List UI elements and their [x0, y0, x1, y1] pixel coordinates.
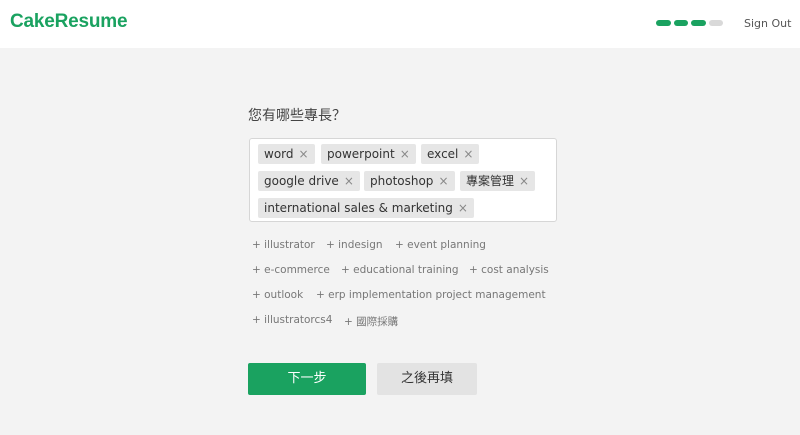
next-step-button[interactable]: 下一步: [248, 363, 366, 395]
progress-indicator: [656, 20, 723, 26]
progress-step-2: [673, 20, 688, 26]
skill-tag-international-sales: international sales & marketing ×: [258, 198, 474, 218]
skill-tag-label: google drive: [264, 174, 339, 188]
top-header: CakeResume Sign Out: [0, 0, 800, 48]
skill-tag-word: word ×: [258, 144, 315, 164]
suggestion-illustrator[interactable]: + illustrator: [252, 239, 315, 251]
skill-tag-label: photoshop: [370, 174, 434, 188]
fill-later-button[interactable]: 之後再填: [377, 363, 477, 395]
skill-tag-powerpoint: powerpoint ×: [321, 144, 416, 164]
remove-tag-icon[interactable]: ×: [463, 147, 473, 161]
skill-tag-label: international sales & marketing: [264, 201, 453, 215]
progress-step-3: [691, 20, 706, 26]
remove-tag-icon[interactable]: ×: [344, 174, 354, 188]
skill-tag-photoshop: photoshop ×: [364, 171, 455, 191]
suggestion-cost-analysis[interactable]: + cost analysis: [469, 264, 549, 276]
remove-tag-icon[interactable]: ×: [458, 201, 468, 215]
skill-tag-label: excel: [427, 147, 459, 161]
suggestion-event-planning[interactable]: + event planning: [395, 239, 486, 251]
suggestion-illustratorcs4[interactable]: + illustratorcs4: [252, 314, 332, 326]
suggestion-indesign[interactable]: + indesign: [326, 239, 383, 251]
suggestion-e-commerce[interactable]: + e-commerce: [252, 264, 330, 276]
remove-tag-icon[interactable]: ×: [299, 147, 309, 161]
suggestion-erp-implementation[interactable]: + erp implementation project management: [316, 289, 546, 301]
suggestion-educational-training[interactable]: + educational training: [341, 264, 459, 276]
skill-tag-label: 專案管理: [466, 174, 515, 188]
skill-tag-label: word: [264, 147, 294, 161]
skill-tag-project-management: 專案管理 ×: [460, 171, 536, 191]
skills-tag-input[interactable]: word × powerpoint × excel × google drive × p…: [249, 138, 557, 222]
skill-tag-excel: excel ×: [421, 144, 480, 164]
remove-tag-icon[interactable]: ×: [438, 174, 448, 188]
remove-tag-icon[interactable]: ×: [400, 147, 410, 161]
suggestion-international-purchasing[interactable]: + 國際採購: [344, 314, 398, 329]
skill-tag-google-drive: google drive ×: [258, 171, 360, 191]
cakeresume-logo[interactable]: CakeResume: [10, 11, 128, 33]
suggestion-outlook[interactable]: + outlook: [252, 289, 303, 301]
skills-question: 您有哪些專長？: [248, 108, 346, 124]
skill-tag-label: powerpoint: [327, 147, 395, 161]
progress-step-4: [708, 20, 723, 26]
sign-out-link[interactable]: Sign Out: [744, 17, 791, 30]
progress-step-1: [656, 20, 671, 26]
remove-tag-icon[interactable]: ×: [519, 174, 529, 188]
